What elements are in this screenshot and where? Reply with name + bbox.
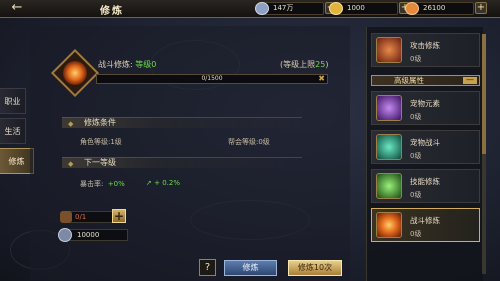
list-item-pet-combat[interactable]: 宠物战斗 0级: [371, 130, 480, 164]
food-display: 26100 +: [405, 2, 487, 15]
pet-element-icon: [376, 95, 402, 121]
help-button[interactable]: ?: [199, 259, 216, 276]
tab-life[interactable]: 生活: [0, 118, 26, 144]
next-level-header: ◆ 下一等级: [62, 157, 302, 168]
food-icon: [405, 2, 419, 15]
silver-cost: 10000: [58, 228, 128, 242]
gold-ingot-icon: [329, 2, 343, 15]
guild-level-requirement: 帮会等级:0级: [228, 138, 270, 146]
conditions-header: ◆ 修炼条件: [62, 117, 302, 128]
page-title: 修炼: [100, 6, 124, 17]
combat-cultivation-icon: [376, 212, 402, 238]
material-item-icon: [60, 211, 72, 223]
cultivation-list: 攻击修炼 0级 高级属性 — 宠物元素 0级 宠物战斗 0级 技能修炼 0级 战…: [366, 27, 483, 281]
experience-progress-bar: 0/1500 ✖: [96, 74, 328, 84]
list-item-pet-element[interactable]: 宠物元素 0级: [371, 91, 480, 125]
role-level-requirement: 角色等级:1级: [80, 138, 122, 146]
attack-cultivation-icon: [376, 37, 402, 63]
progress-end-icon: ✖: [318, 74, 325, 83]
tab-cultivation[interactable]: 修炼: [0, 148, 34, 174]
list-item-combat-cultivation[interactable]: 战斗修炼 0级: [371, 208, 480, 242]
crit-rate-stat: 暴击率: +0%: [80, 180, 125, 188]
silver-display: 147万 +: [255, 2, 337, 15]
train-button[interactable]: 修炼: [224, 260, 277, 276]
skill-name: 战斗修炼: 等级0: [98, 60, 157, 69]
tab-profession[interactable]: 职业: [0, 88, 26, 114]
add-material-button[interactable]: +: [112, 209, 126, 223]
silver-coin-icon: [255, 2, 269, 15]
collapse-icon[interactable]: —: [463, 76, 477, 84]
pet-combat-icon: [376, 134, 402, 160]
silver-coin-icon: [58, 228, 72, 242]
list-scrollbar[interactable]: [482, 34, 486, 274]
top-bar: ← 修炼 147万 + 1000 + 26100 +: [0, 0, 500, 18]
skill-cultivation-icon: [376, 173, 402, 199]
advanced-attributes-header[interactable]: 高级属性 —: [371, 75, 480, 86]
skill-upper-limit: (等级上限25): [280, 60, 329, 69]
train-ten-button[interactable]: 修炼10次: [288, 260, 342, 276]
back-arrow-icon[interactable]: ←: [4, 1, 30, 16]
crit-rate-bonus: ➚ + 0.2%: [146, 179, 180, 187]
gold-display: 1000 +: [329, 2, 411, 15]
add-food-button[interactable]: +: [475, 2, 487, 14]
list-item-attack-cultivation[interactable]: 攻击修炼 0级: [371, 33, 480, 67]
list-item-skill-cultivation[interactable]: 技能修炼 0级: [371, 169, 480, 203]
